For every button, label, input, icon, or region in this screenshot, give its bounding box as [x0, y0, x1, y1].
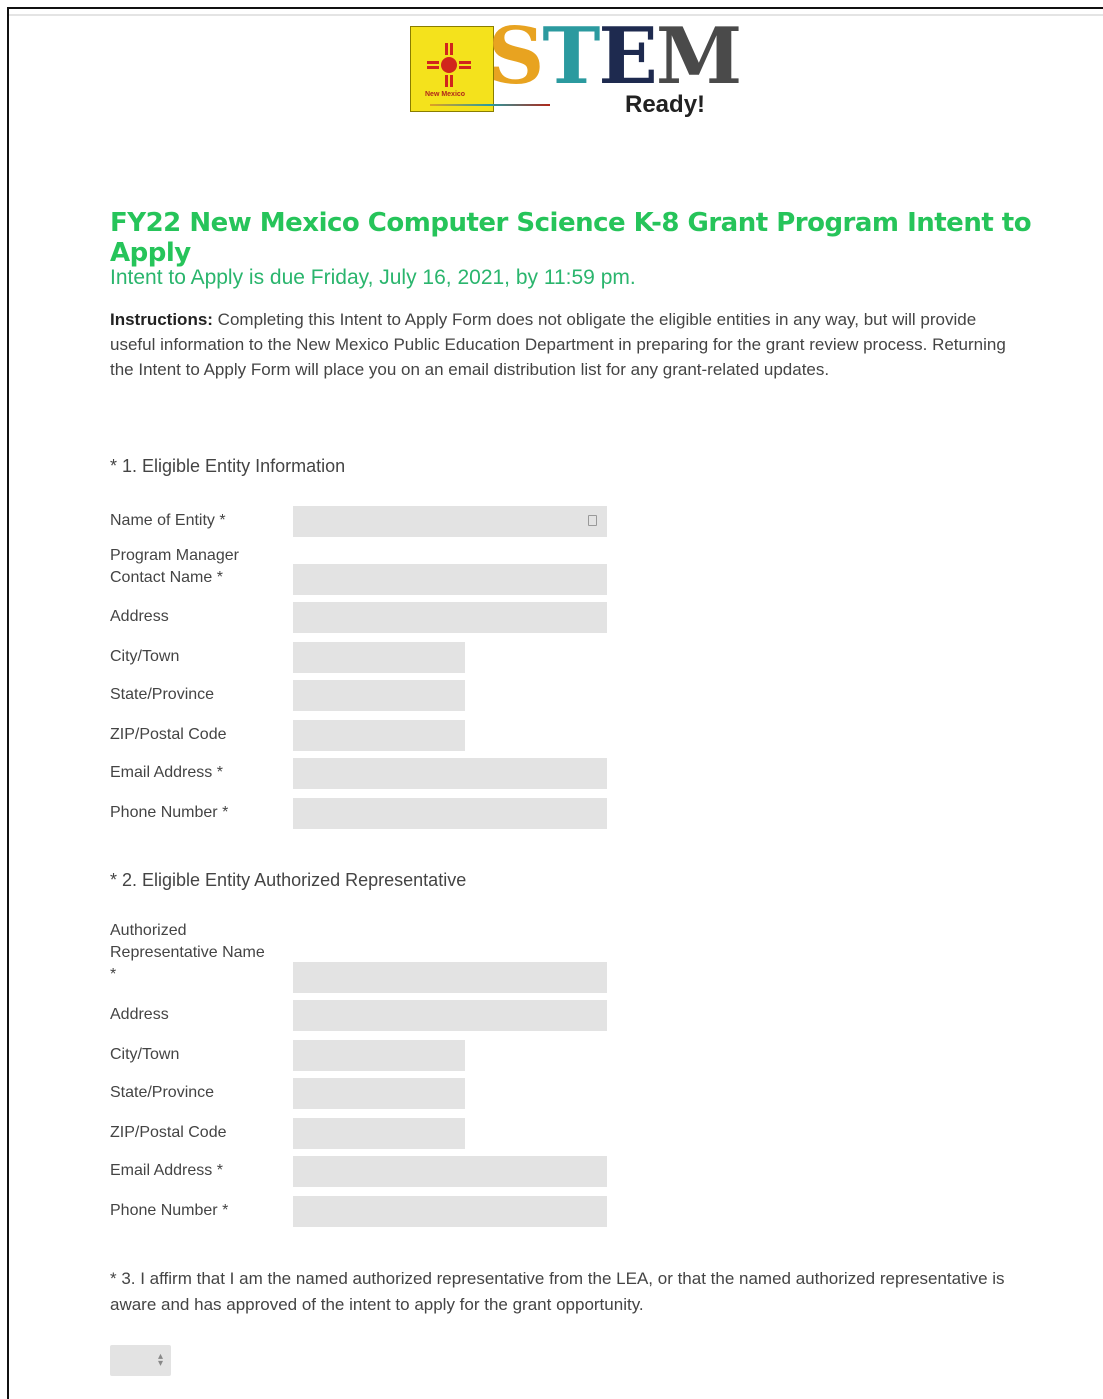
instructions-lead: Instructions: [110, 310, 213, 329]
program-manager-label: Program Manager Contact Name * [110, 547, 239, 586]
phone-label: Phone Number * [110, 804, 229, 821]
name-of-entity-input[interactable] [293, 506, 607, 537]
page-title: FY22 New Mexico Computer Science K-8 Gra… [110, 208, 1032, 268]
rep-phone-input[interactable] [293, 1196, 607, 1227]
due-date-notice: Intent to Apply is due Friday, July 16, … [110, 266, 636, 289]
rep-name-label-line1: Authorized [110, 922, 187, 939]
contact-card-icon [588, 515, 597, 526]
address-label: Address [110, 608, 169, 625]
section-3-affirmation: * 3. I affirm that I am the named author… [110, 1269, 1005, 1314]
new-mexico-state-shape: New Mexico [410, 26, 494, 112]
rep-address-label: Address [110, 1006, 169, 1023]
city-label: City/Town [110, 648, 180, 665]
email-input[interactable] [293, 758, 607, 789]
rep-zip-input[interactable] [293, 1118, 465, 1149]
name-of-entity-label: Name of Entity * [110, 512, 226, 529]
zip-label: ZIP/Postal Code [110, 726, 227, 743]
zip-input[interactable] [293, 720, 465, 751]
rep-name-label-line2: Representative Name [110, 944, 265, 961]
stem-wordmark: STEM [488, 11, 742, 102]
select-arrows-icon: ▴ ▾ [157, 1351, 163, 1369]
rep-state-label: State/Province [110, 1084, 215, 1101]
rep-name-label-line3: * [110, 966, 117, 983]
instructions-body: Completing this Intent to Apply Form doe… [110, 310, 1006, 379]
section-2-title: * 2. Eligible Entity Authorized Represen… [110, 870, 467, 890]
city-input[interactable] [293, 642, 465, 673]
rep-phone-label: Phone Number * [110, 1202, 229, 1219]
rep-email-label: Email Address * [110, 1162, 223, 1179]
phone-input[interactable] [293, 798, 607, 829]
ready-wordmark: Ready! [625, 91, 706, 118]
rep-city-input[interactable] [293, 1040, 465, 1071]
rep-name-input[interactable] [293, 962, 607, 993]
state-input[interactable] [293, 680, 465, 711]
rep-email-input[interactable] [293, 1156, 607, 1187]
zia-sun-icon [427, 43, 471, 87]
affirmation-select[interactable]: ▴ ▾ [110, 1345, 171, 1376]
instructions: Instructions: Completing this Intent to … [110, 307, 1015, 382]
stem-ready-logo: New Mexico STEM Ready! [408, 18, 742, 124]
email-label: Email Address * [110, 764, 223, 781]
rep-state-input[interactable] [293, 1078, 465, 1109]
rep-zip-label: ZIP/Postal Code [110, 1124, 227, 1141]
logo-tagline-strip [430, 104, 550, 106]
state-label: New Mexico [425, 91, 466, 98]
state-label: State/Province [110, 686, 215, 703]
program-manager-input[interactable] [293, 564, 607, 595]
rep-city-label: City/Town [110, 1046, 180, 1063]
rep-address-input[interactable] [293, 1000, 607, 1031]
address-input[interactable] [293, 602, 607, 633]
section-1-title: * 1. Eligible Entity Information [110, 456, 346, 476]
